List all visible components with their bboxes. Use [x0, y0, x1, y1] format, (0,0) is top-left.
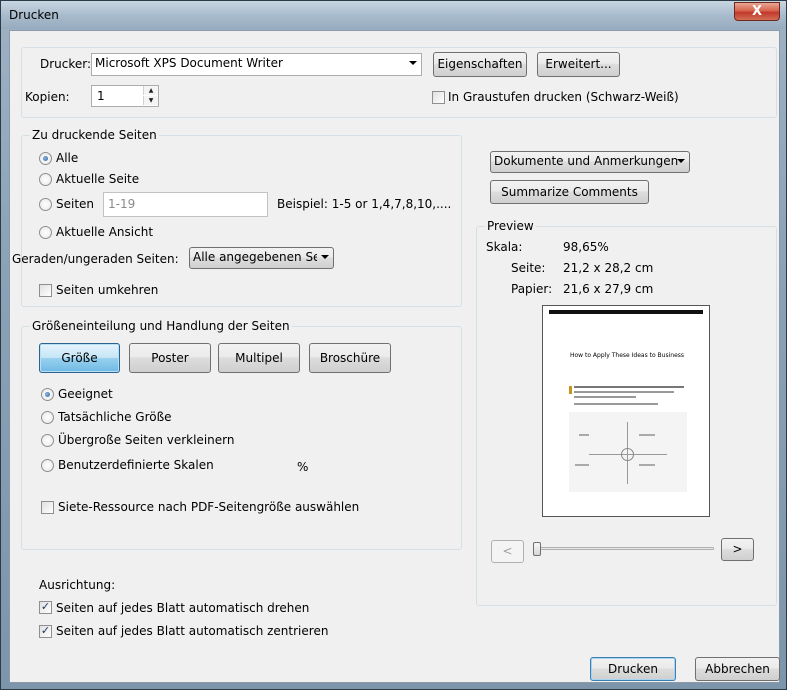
- odd-even-select-value: Alle angegebenen Seit: [193, 250, 317, 264]
- preview-text-line: [574, 386, 684, 388]
- preview-text-line: [574, 403, 658, 405]
- cancel-button[interactable]: Abbrechen: [695, 657, 780, 681]
- preview-text-line: [639, 434, 655, 436]
- odd-even-select[interactable]: Alle angegebenen Seit: [189, 247, 334, 269]
- close-icon: X: [751, 4, 763, 19]
- scale-value: 98,65%: [563, 240, 609, 254]
- pages-group: Zu druckende Seiten: [21, 128, 462, 307]
- scale-label: Skala:: [486, 240, 523, 254]
- radio-custom-scale[interactable]: [41, 459, 54, 472]
- reverse-pages-checkbox[interactable]: [39, 284, 52, 297]
- sizing-legend: Größeneinteilung und Handlung der Seiten: [30, 319, 292, 333]
- paper-source-label: Siete-Ressource nach PDF-Seitengröße aus…: [58, 500, 360, 514]
- radio-pages-label: Seiten: [56, 197, 95, 211]
- preview-text-line: [639, 464, 655, 466]
- auto-rotate-label: Seiten auf jedes Blatt automatisch drehe…: [56, 601, 310, 615]
- page-size-value: 21,2 x 28,2 cm: [563, 261, 654, 275]
- preview-text-line: [574, 396, 636, 398]
- chevron-right-icon: >: [732, 542, 743, 556]
- paper-source-checkbox[interactable]: [41, 501, 54, 514]
- tab-size[interactable]: Größe: [39, 343, 120, 373]
- orientation-label: Ausrichtung:: [39, 578, 116, 592]
- page-range-input[interactable]: 1-19: [103, 192, 268, 217]
- radio-shrink-oversized[interactable]: [41, 434, 54, 447]
- stepper-down-icon[interactable]: ▼: [143, 96, 158, 105]
- radio-shrink-oversized-label: Übergroße Seiten verkleinern: [58, 433, 235, 447]
- preview-diagram: [569, 412, 687, 492]
- radio-all[interactable]: [39, 152, 52, 165]
- chevron-down-icon: [677, 159, 685, 163]
- stepper-up-icon[interactable]: ▲: [143, 86, 158, 95]
- printer-select[interactable]: Microsoft XPS Document Writer: [91, 53, 422, 76]
- page-size-label: Seite:: [511, 261, 546, 275]
- reverse-pages-label: Seiten umkehren: [56, 283, 159, 297]
- auto-rotate-checkbox[interactable]: ✓: [39, 601, 52, 614]
- auto-center-checkbox[interactable]: ✓: [39, 625, 52, 638]
- title-bar[interactable]: Drucken X: [1, 1, 786, 29]
- preview-text-line: [579, 434, 589, 436]
- tab-multiple[interactable]: Multipel: [218, 343, 300, 373]
- preview-legend: Preview: [485, 219, 536, 233]
- radio-fit-label: Geeignet: [58, 387, 113, 401]
- radio-actual-size[interactable]: [41, 411, 54, 424]
- comments-select[interactable]: Dokumente und Anmerkungen: [490, 151, 690, 173]
- preview-text-line: [574, 391, 674, 393]
- printer-label: Drucker:: [40, 57, 92, 71]
- chevron-down-icon: [409, 61, 417, 65]
- grayscale-checkbox[interactable]: [432, 91, 445, 104]
- chevron-left-icon: <: [502, 544, 513, 558]
- next-page-button[interactable]: >: [721, 538, 754, 561]
- print-button[interactable]: Drucken: [590, 657, 676, 681]
- close-button[interactable]: X: [734, 2, 780, 21]
- advanced-button[interactable]: Erweitert...: [537, 52, 620, 77]
- preview-circle: [621, 448, 634, 461]
- radio-fit[interactable]: [41, 388, 54, 401]
- radio-current-page[interactable]: [39, 173, 52, 186]
- copies-value: 1: [97, 89, 105, 103]
- radio-custom-scale-label: Benutzerdefinierte Skalen: [58, 458, 214, 472]
- paper-size-label: Papier:: [511, 282, 553, 296]
- page-range-example: Beispiel: 1-5 or 1,4,7,8,10,....: [277, 197, 452, 211]
- grayscale-label: In Graustufen drucken (Schwarz-Weiß): [448, 90, 679, 104]
- window-title: Drucken: [9, 8, 59, 22]
- radio-all-label: Alle: [56, 151, 79, 165]
- radio-current-page-label: Aktuelle Seite: [56, 172, 140, 186]
- previous-page-button[interactable]: <: [491, 540, 524, 563]
- printer-select-value: Microsoft XPS Document Writer: [95, 56, 283, 70]
- radio-actual-size-label: Tatsächliche Größe: [58, 410, 172, 424]
- chevron-down-icon: [321, 255, 329, 259]
- radio-current-view[interactable]: [39, 226, 52, 239]
- print-dialog-window: Drucken X Drucker: Microsoft XPS Documen…: [0, 0, 787, 690]
- pages-legend: Zu druckende Seiten: [30, 128, 159, 142]
- summarize-comments-button[interactable]: Summarize Comments: [490, 180, 649, 204]
- auto-center-label: Seiten auf jedes Blatt automatisch zentr…: [56, 624, 329, 638]
- preview-header-bar: [549, 310, 703, 314]
- radio-current-view-label: Aktuelle Ansicht: [56, 225, 154, 239]
- tab-poster[interactable]: Poster: [129, 343, 211, 373]
- copies-label: Kopien:: [25, 90, 70, 104]
- comments-select-value: Dokumente und Anmerkungen: [494, 154, 679, 168]
- preview-doc-title: How to Apply These Ideas to Business: [569, 352, 685, 359]
- page-preview: How to Apply These Ideas to Business: [542, 305, 710, 517]
- tab-booklet[interactable]: Broschüre: [309, 343, 391, 373]
- properties-button[interactable]: Eigenschaften: [433, 52, 527, 77]
- radio-pages[interactable]: [39, 198, 52, 211]
- page-slider-track[interactable]: [535, 547, 714, 550]
- page-slider-thumb[interactable]: [533, 542, 541, 556]
- percent-sign: %: [297, 460, 309, 474]
- preview-text-line: [575, 464, 589, 466]
- dialog-body: Drucker: Microsoft XPS Document Writer E…: [9, 30, 780, 683]
- preview-bullet: [569, 386, 572, 394]
- copies-stepper[interactable]: 1 ▲ ▼: [91, 85, 159, 107]
- paper-size-value: 21,6 x 27,9 cm: [563, 282, 654, 296]
- odd-even-label: Geraden/ungeraden Seiten:: [12, 252, 179, 266]
